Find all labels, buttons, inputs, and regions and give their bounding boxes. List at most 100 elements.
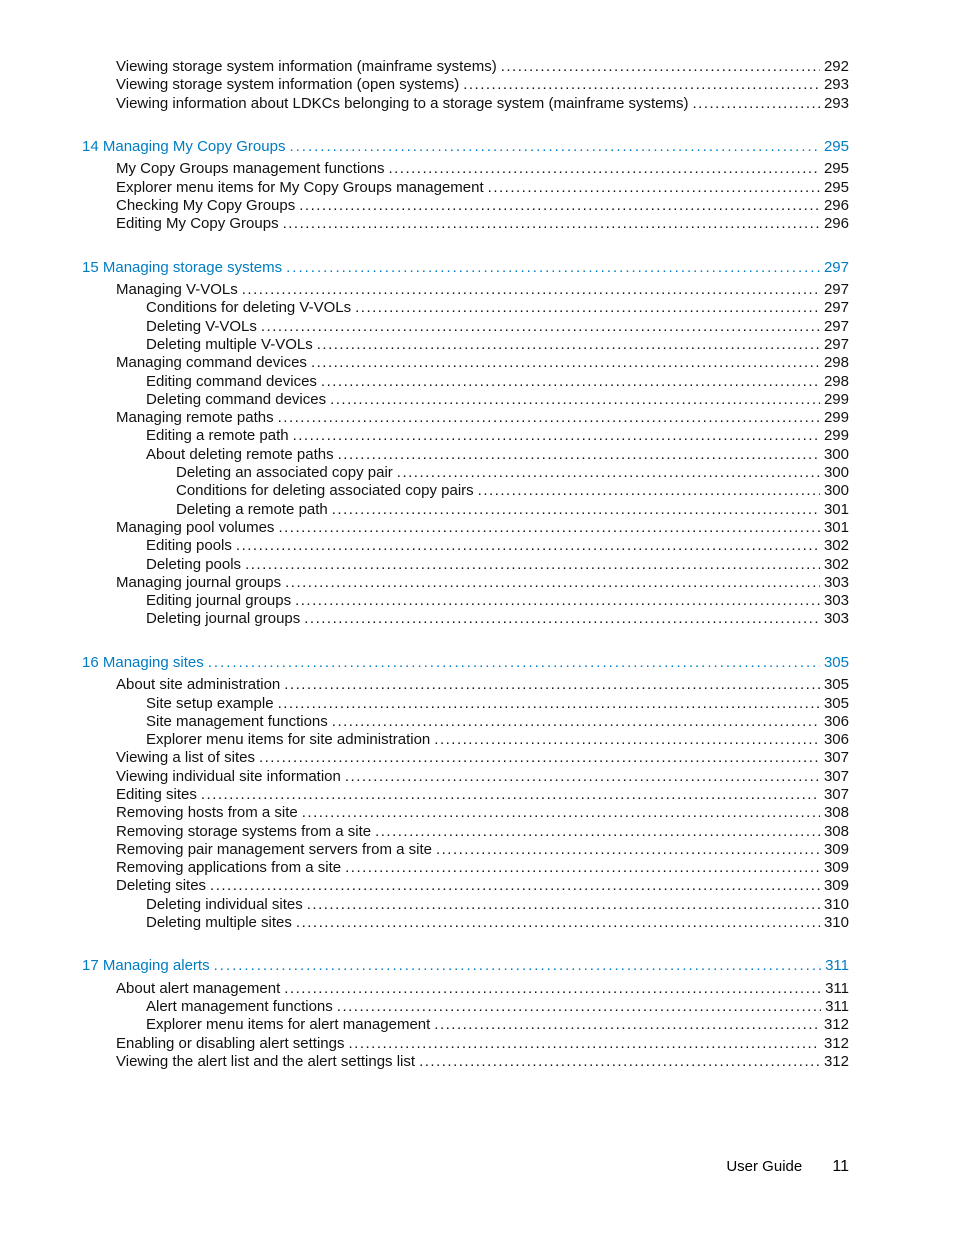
toc-entry[interactable]: Conditions for deleting associated copy … [176, 482, 849, 500]
toc-leader-dots: ........................................… [436, 841, 820, 859]
toc-entry-title: Removing pair management servers from a … [116, 841, 432, 859]
toc-body: Viewing storage system information (main… [82, 58, 849, 1071]
toc-entry-page: 293 [824, 95, 849, 113]
toc-entry-title: Editing sites [116, 786, 197, 804]
toc-entry-title: Viewing a list of sites [116, 749, 255, 767]
toc-leader-dots: ........................................… [317, 336, 820, 354]
toc-entry[interactable]: Explorer menu items for site administrat… [146, 731, 849, 749]
toc-entry[interactable]: Editing a remote path ..................… [146, 427, 849, 445]
toc-leader-dots: ........................................… [261, 318, 820, 336]
toc-entry[interactable]: Deleting V-VOLs ........................… [146, 318, 849, 336]
toc-leader-dots: ........................................… [434, 731, 820, 749]
toc-entry[interactable]: Viewing information about LDKCs belongin… [116, 95, 849, 113]
toc-entry[interactable]: Editing journal groups .................… [146, 592, 849, 610]
toc-entry-page: 299 [824, 409, 849, 427]
toc-entry-page: 312 [824, 1053, 849, 1071]
toc-entry[interactable]: Alert management functions .............… [146, 998, 849, 1016]
toc-entry-page: 308 [824, 823, 849, 841]
toc-entry-page: 301 [824, 519, 849, 537]
toc-leader-dots: ........................................… [283, 215, 820, 233]
toc-entry-page: 297 [824, 281, 849, 299]
toc-leader-dots: ........................................… [488, 179, 820, 197]
toc-entry[interactable]: Deleting sites .........................… [116, 877, 849, 895]
toc-entry[interactable]: Removing storage systems from a site ...… [116, 823, 849, 841]
toc-entry[interactable]: Managing command devices ...............… [116, 354, 849, 372]
toc-chapter[interactable]: 14 Managing My Copy Groups .............… [82, 137, 849, 157]
toc-entry[interactable]: Viewing the alert list and the alert set… [116, 1053, 849, 1071]
toc-entry-page: 295 [824, 137, 849, 157]
toc-entry-title: Managing remote paths [116, 409, 274, 427]
toc-entry-page: 300 [824, 482, 849, 500]
toc-entry[interactable]: Removing applications from a site ......… [116, 859, 849, 877]
toc-chapter[interactable]: 16 Managing sites ......................… [82, 653, 849, 673]
toc-leader-dots: ........................................… [285, 574, 820, 592]
toc-entry-title: Site management functions [146, 713, 328, 731]
toc-entry[interactable]: Removing pair management servers from a … [116, 841, 849, 859]
toc-entry[interactable]: Managing V-VOLs ........................… [116, 281, 849, 299]
toc-entry-page: 303 [824, 610, 849, 628]
toc-entry[interactable]: About site administration ..............… [116, 676, 849, 694]
toc-entry[interactable]: Editing command devices ................… [146, 373, 849, 391]
toc-entry[interactable]: Viewing storage system information (open… [116, 76, 849, 94]
toc-entry-page: 293 [824, 76, 849, 94]
toc-entry-title: My Copy Groups management functions [116, 160, 384, 178]
toc-leader-dots: ........................................… [307, 896, 820, 914]
toc-entry[interactable]: Managing remote paths ..................… [116, 409, 849, 427]
toc-chapter[interactable]: 15 Managing storage systems ............… [82, 258, 849, 278]
toc-entry-page: 309 [824, 859, 849, 877]
toc-entry[interactable]: Site management functions ..............… [146, 713, 849, 731]
toc-entry[interactable]: Managing journal groups ................… [116, 574, 849, 592]
toc-entry-title: Viewing individual site information [116, 768, 341, 786]
toc-entry-page: 303 [824, 574, 849, 592]
toc-leader-dots: ........................................… [348, 1035, 819, 1053]
toc-leader-dots: ........................................… [284, 676, 820, 694]
toc-leader-dots: ........................................… [355, 299, 820, 317]
toc-chapter[interactable]: 17 Managing alerts .....................… [82, 956, 849, 976]
toc-entry-title: Viewing information about LDKCs belongin… [116, 95, 688, 113]
toc-entry-title: Managing journal groups [116, 574, 281, 592]
toc-leader-dots: ........................................… [478, 482, 820, 500]
toc-entry[interactable]: Deleting pools .........................… [146, 556, 849, 574]
toc-entry-page: 310 [824, 914, 849, 932]
toc-entry-title: Deleting V-VOLs [146, 318, 257, 336]
toc-entry[interactable]: Deleting individual sites ..............… [146, 896, 849, 914]
toc-leader-dots: ........................................… [295, 592, 820, 610]
toc-entry[interactable]: Deleting journal groups ................… [146, 610, 849, 628]
toc-entry[interactable]: My Copy Groups management functions ....… [116, 160, 849, 178]
toc-entry[interactable]: Editing My Copy Groups .................… [116, 215, 849, 233]
toc-entry[interactable]: Conditions for deleting V-VOLs .........… [146, 299, 849, 317]
toc-entry[interactable]: Managing pool volumes ..................… [116, 519, 849, 537]
toc-entry[interactable]: Enabling or disabling alert settings ...… [116, 1035, 849, 1053]
toc-entry[interactable]: Editing pools ..........................… [146, 537, 849, 555]
toc-entry-page: 311 [825, 956, 849, 976]
toc-leader-dots: ........................................… [242, 281, 820, 299]
toc-entry[interactable]: Explorer menu items for My Copy Groups m… [116, 179, 849, 197]
toc-entry[interactable]: Viewing individual site information ....… [116, 768, 849, 786]
toc-leader-dots: ........................................… [286, 258, 820, 278]
toc-leader-dots: ........................................… [338, 446, 820, 464]
toc-entry-page: 302 [824, 537, 849, 555]
toc-entry[interactable]: About alert management .................… [116, 980, 849, 998]
toc-entry-title: Removing hosts from a site [116, 804, 298, 822]
toc-entry[interactable]: Checking My Copy Groups ................… [116, 197, 849, 215]
toc-entry[interactable]: Removing hosts from a site .............… [116, 804, 849, 822]
toc-entry[interactable]: Editing sites ..........................… [116, 786, 849, 804]
toc-leader-dots: ........................................… [214, 956, 821, 976]
toc-entry[interactable]: Explorer menu items for alert management… [146, 1016, 849, 1034]
toc-entry[interactable]: Deleting a remote path .................… [176, 501, 849, 519]
toc-entry[interactable]: About deleting remote paths ............… [146, 446, 849, 464]
toc-entry-page: 307 [824, 786, 849, 804]
toc-entry[interactable]: Deleting multiple sites ................… [146, 914, 849, 932]
toc-entry[interactable]: Site setup example .....................… [146, 695, 849, 713]
toc-entry-title: Removing applications from a site [116, 859, 341, 877]
toc-entry[interactable]: Deleting multiple V-VOLs ...............… [146, 336, 849, 354]
toc-entry[interactable]: Viewing a list of sites ................… [116, 749, 849, 767]
page-footer: User Guide 11 [726, 1157, 849, 1177]
toc-entry[interactable]: Viewing storage system information (main… [116, 58, 849, 76]
toc-entry-page: 312 [824, 1035, 849, 1053]
toc-entry-page: 312 [824, 1016, 849, 1034]
toc-entry-title: Conditions for deleting associated copy … [176, 482, 474, 500]
toc-entry[interactable]: Deleting an associated copy pair .......… [176, 464, 849, 482]
toc-entry[interactable]: Deleting command devices ...............… [146, 391, 849, 409]
toc-leader-dots: ........................................… [284, 980, 821, 998]
